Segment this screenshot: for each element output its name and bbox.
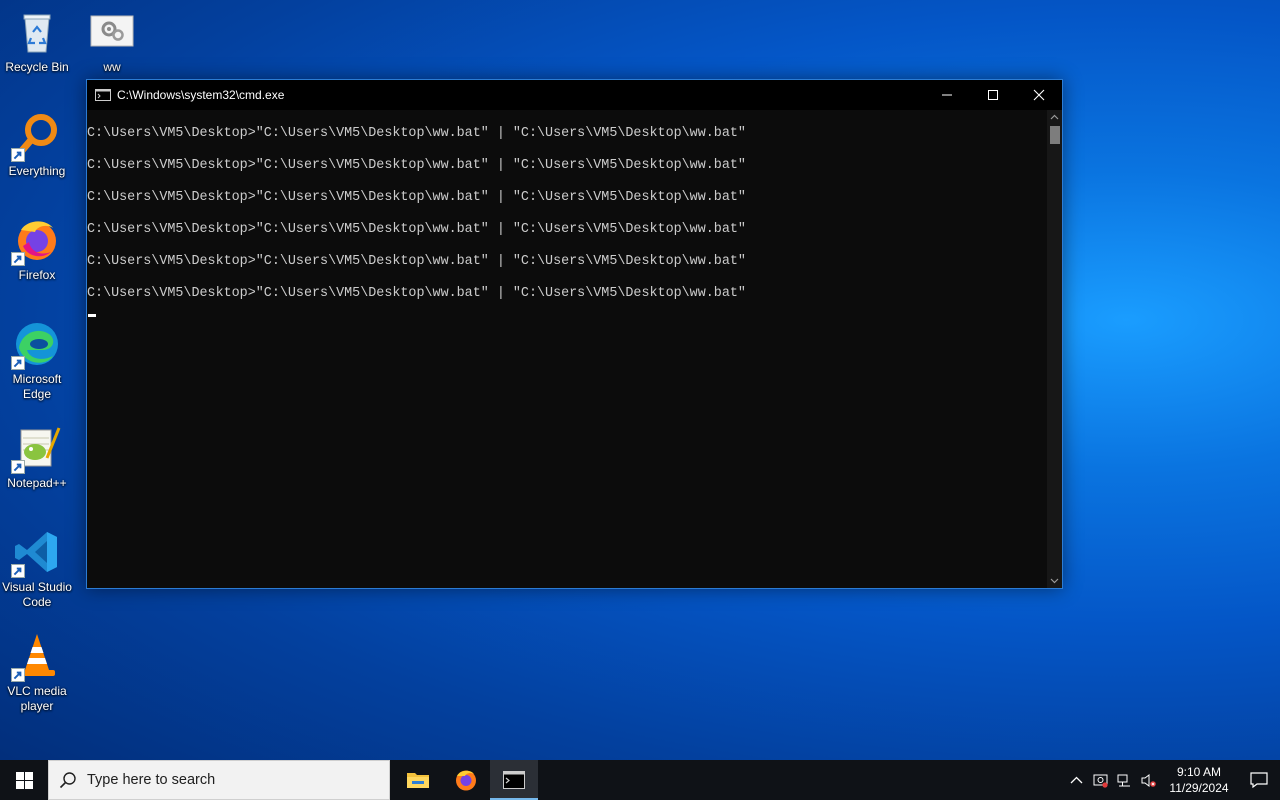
minimize-button[interactable] (924, 80, 970, 110)
chevron-up-icon (1070, 776, 1082, 783)
cmd-icon (503, 771, 525, 789)
cmd-titlebar[interactable]: C:\Windows\system32\cmd.exe (87, 80, 1062, 110)
start-button[interactable] (0, 760, 48, 800)
scrollbar-thumb[interactable] (1050, 126, 1060, 144)
shortcut-arrow-icon (11, 564, 25, 578)
recycle-bin-icon (13, 8, 61, 56)
volume-muted-icon (1141, 773, 1156, 787)
desktop-icon-notepadpp[interactable]: Notepad++ (0, 424, 74, 491)
taskbar-search-box[interactable]: Type here to search (48, 760, 390, 800)
vertical-scrollbar[interactable] (1047, 110, 1062, 588)
desktop-icon-ww[interactable]: ww (75, 8, 149, 75)
console-line: C:\Users\VM5\Desktop>"C:\Users\VM5\Deskt… (87, 126, 746, 141)
search-icon (59, 772, 76, 789)
desktop-icon-vlc[interactable]: VLC media player (0, 632, 74, 714)
taskbar-command-prompt[interactable] (490, 760, 538, 800)
notification-icon (1250, 772, 1268, 788)
scroll-down-button[interactable] (1047, 574, 1062, 588)
close-icon (1033, 89, 1045, 101)
show-hidden-icons-button[interactable] (1064, 760, 1088, 800)
console-line: C:\Users\VM5\Desktop>"C:\Users\VM5\Deskt… (87, 286, 746, 301)
taskbar-firefox[interactable] (442, 760, 490, 800)
console-line: C:\Users\VM5\Desktop>"C:\Users\VM5\Deskt… (87, 254, 746, 269)
desktop-icon-vscode[interactable]: Visual Studio Code (0, 528, 74, 610)
folder-icon (407, 773, 429, 788)
device-status-icon (1093, 774, 1108, 788)
clock-time: 9:10 AM (1176, 765, 1222, 779)
shortcut-arrow-icon (11, 148, 25, 162)
network-icon (1117, 774, 1130, 786)
action-center-button[interactable] (1238, 760, 1280, 800)
cmd-window[interactable]: C:\Windows\system32\cmd.exe C:\Users\VM5… (86, 79, 1063, 589)
firefox-icon (11, 216, 61, 266)
close-button[interactable] (1016, 80, 1062, 110)
taskbar-clock[interactable]: 9:10 AM 11/29/2024 (1160, 764, 1238, 796)
window-title: C:\Windows\system32\cmd.exe (117, 88, 285, 102)
maximize-icon (988, 90, 998, 100)
console-line: C:\Users\VM5\Desktop>"C:\Users\VM5\Deskt… (87, 190, 746, 205)
chevron-up-icon (1050, 114, 1059, 120)
notepadpp-icon (11, 424, 61, 474)
shortcut-arrow-icon (11, 668, 25, 682)
vlc-icon (11, 632, 61, 682)
shortcut-arrow-icon (11, 356, 25, 370)
shortcut-arrow-icon (11, 252, 25, 266)
maximize-button[interactable] (970, 80, 1016, 110)
chevron-down-icon (1050, 578, 1059, 584)
shortcut-arrow-icon (11, 460, 25, 474)
desktop-icon-firefox[interactable]: Firefox (0, 216, 74, 283)
everything-search-icon (11, 112, 61, 162)
desktop-icon-edge[interactable]: Microsoft Edge (0, 320, 74, 402)
desktop-icon-label: Recycle Bin (5, 60, 69, 74)
taskbar: Type here to search 9:10 AM 11/29/2024 (0, 760, 1280, 800)
desktop: Recycle Bin ww Everything Firefox Micros… (0, 0, 1280, 760)
edge-icon (11, 320, 61, 370)
desktop-icon-recycle-bin[interactable]: Recycle Bin (0, 8, 74, 75)
firefox-icon (456, 770, 476, 791)
windows-logo-icon (15, 771, 33, 789)
taskbar-file-explorer[interactable] (394, 760, 442, 800)
cmd-icon (95, 89, 111, 101)
volume-button[interactable] (1136, 760, 1160, 800)
tray-app-icon[interactable] (1088, 760, 1112, 800)
clock-date: 11/29/2024 (1169, 781, 1229, 795)
desktop-icon-everything[interactable]: Everything (0, 112, 74, 179)
console-output[interactable]: C:\Users\VM5\Desktop>"C:\Users\VM5\Deskt… (87, 110, 1047, 588)
console-line: C:\Users\VM5\Desktop>"C:\Users\VM5\Deskt… (87, 222, 746, 237)
text-cursor (88, 314, 96, 317)
console-line: C:\Users\VM5\Desktop>"C:\Users\VM5\Deskt… (87, 158, 746, 173)
batch-file-icon (88, 8, 136, 56)
network-button[interactable] (1112, 760, 1136, 800)
search-placeholder: Type here to search (87, 772, 216, 788)
desktop-icon-label: ww (103, 60, 121, 74)
system-tray: 9:10 AM 11/29/2024 (1064, 760, 1280, 800)
minimize-icon (942, 94, 952, 96)
vscode-icon (11, 528, 61, 578)
scroll-up-button[interactable] (1047, 110, 1062, 124)
